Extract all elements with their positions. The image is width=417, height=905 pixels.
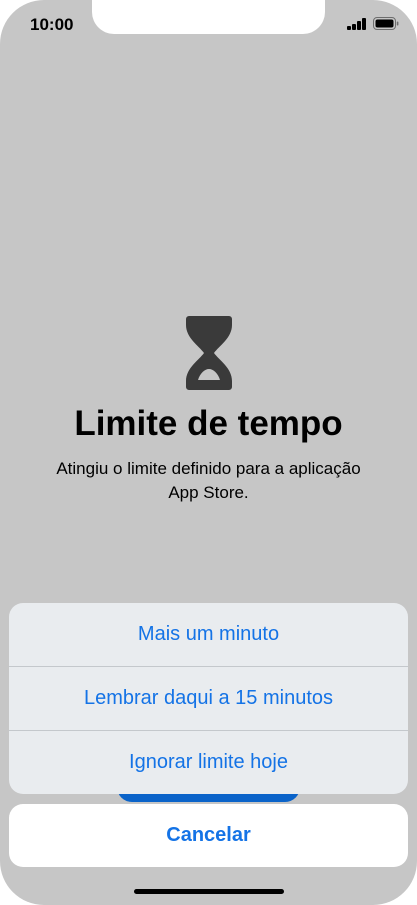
cellular-signal-icon: [347, 18, 367, 30]
battery-icon: [373, 17, 399, 30]
one-more-minute-button[interactable]: Mais um minuto: [9, 603, 408, 666]
notch: [92, 0, 325, 34]
device-frame: 10:00 Limite de tempo Atingiu o limite d…: [0, 0, 417, 905]
page-title: Limite de tempo: [74, 404, 343, 443]
ignore-limit-today-button[interactable]: Ignorar limite hoje: [9, 731, 408, 794]
hourglass-icon: [186, 316, 232, 390]
status-time: 10:00: [30, 15, 74, 34]
limit-message-line-2: App Store.: [168, 483, 249, 502]
limit-message: Atingiu o limite definido para a aplicaç…: [30, 457, 387, 505]
home-indicator[interactable]: [134, 889, 284, 894]
action-sheet: Mais um minuto Lembrar daqui a 15 minuto…: [9, 603, 408, 794]
remind-in-15-minutes-button[interactable]: Lembrar daqui a 15 minutos: [9, 667, 408, 730]
limit-message-line-1: Atingiu o limite definido para a aplicaç…: [56, 459, 361, 478]
screen: 10:00 Limite de tempo Atingiu o limite d…: [0, 0, 417, 905]
status-bar: 10:00: [0, 0, 417, 50]
cancel-button[interactable]: Cancelar: [9, 804, 408, 867]
